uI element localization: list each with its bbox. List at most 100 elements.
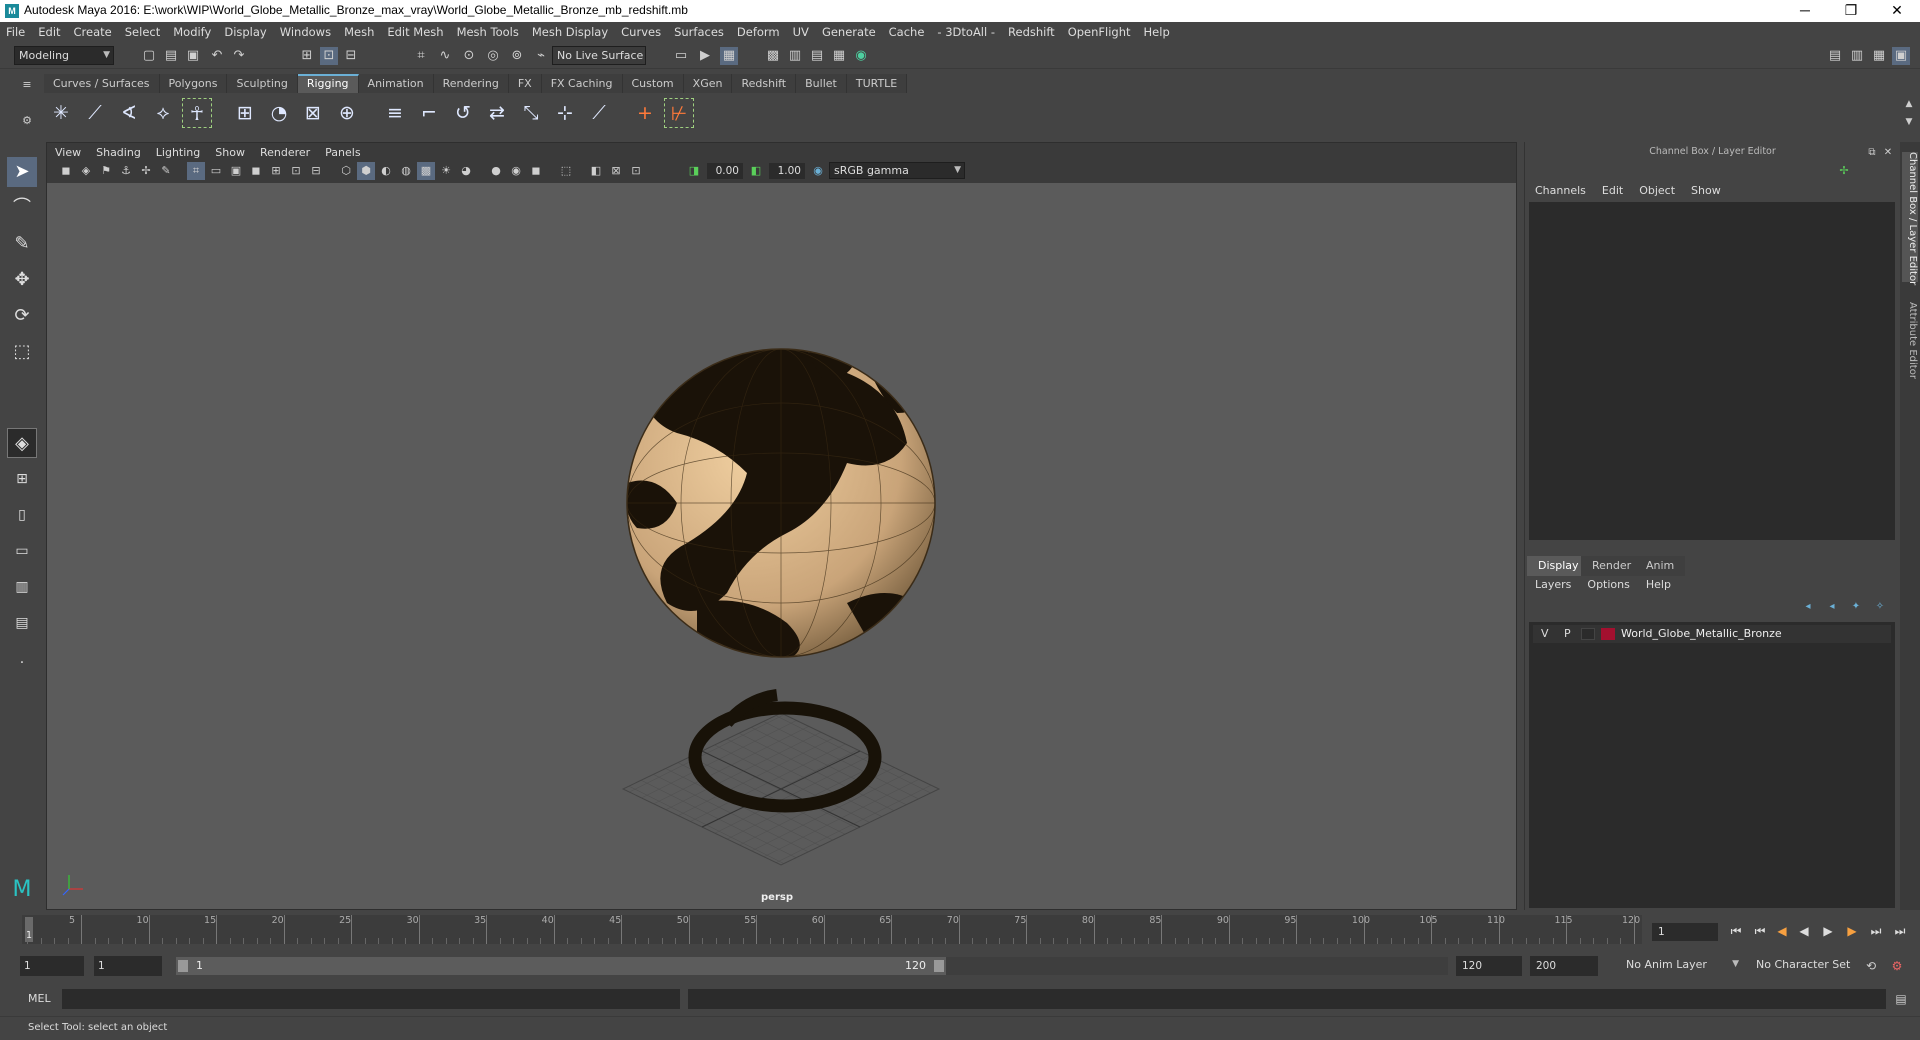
time-ruler[interactable]: 1 5 10 15 20 25 30 35 40 45 50 55 60 65 70 75 80 85 90 95 1…: [22, 915, 1642, 944]
cluster-icon[interactable]: ⊕: [332, 98, 362, 128]
point-constraint-icon[interactable]: ⌐: [414, 98, 444, 128]
menu-cache[interactable]: Cache: [889, 25, 925, 39]
menu-windows[interactable]: Windows: [280, 25, 331, 39]
wireframe-on-shaded-icon[interactable]: ◍: [397, 162, 415, 180]
default-material-icon[interactable]: ◐: [377, 162, 395, 180]
textured-icon[interactable]: ▩: [417, 162, 435, 180]
channel-list[interactable]: [1529, 202, 1895, 540]
outliner-layout-icon[interactable]: ▤: [7, 608, 37, 638]
menu-3dtoall[interactable]: - 3DtoAll -: [937, 25, 995, 39]
paint-weights-icon[interactable]: ≡: [380, 98, 410, 128]
select-object-icon[interactable]: ⊡: [320, 47, 338, 65]
side-tab-attribute-editor[interactable]: Attribute Editor: [1902, 302, 1918, 392]
layer-type-toggle[interactable]: [1581, 628, 1595, 640]
paint-select-icon[interactable]: ✎: [7, 229, 37, 259]
grease-pencil-icon[interactable]: ✎: [157, 162, 175, 180]
le-menu-help[interactable]: Help: [1646, 578, 1671, 591]
side-by-side-layout-icon[interactable]: ▯: [7, 500, 37, 530]
attribute-editor-toggle-icon[interactable]: ▦: [1870, 47, 1888, 65]
play-backwards-icon[interactable]: ◀: [1794, 921, 1814, 941]
side-tab-channel-box[interactable]: Channel Box / Layer Editor: [1902, 152, 1918, 285]
pole-vector-icon[interactable]: ⟋: [584, 98, 614, 128]
menu-generate[interactable]: Generate: [822, 25, 876, 39]
step-back-key-icon[interactable]: ⏮: [1750, 921, 1770, 941]
select-component-icon[interactable]: ⊟: [342, 47, 360, 65]
vp-menu-renderer[interactable]: Renderer: [260, 146, 310, 159]
snap-grid-icon[interactable]: ⌗: [412, 47, 430, 65]
menu-openflight[interactable]: OpenFlight: [1068, 25, 1131, 39]
menu-redshift[interactable]: Redshift: [1008, 25, 1055, 39]
four-view-layout-icon[interactable]: ⊞: [7, 464, 37, 494]
playback-start-field[interactable]: 1: [94, 956, 162, 976]
rotate-tool-icon[interactable]: ⟳: [7, 301, 37, 331]
workspace-icon[interactable]: ▤: [1826, 47, 1844, 65]
mode-dropdown[interactable]: Modeling ▼: [14, 46, 114, 65]
joint-tool-icon[interactable]: ✳: [46, 98, 76, 128]
step-back-frame-icon[interactable]: ◀: [1772, 921, 1792, 941]
safe-title-icon[interactable]: ⊟: [307, 162, 325, 180]
menu-uv[interactable]: UV: [793, 25, 809, 39]
lattice-icon[interactable]: ⊠: [298, 98, 328, 128]
input-ops-icon[interactable]: ▭: [672, 47, 690, 65]
select-camera-icon[interactable]: ◼: [57, 162, 75, 180]
gate-mask-icon[interactable]: ◼: [247, 162, 265, 180]
cb-menu-channels[interactable]: Channels: [1535, 184, 1586, 197]
xray-icon[interactable]: ◧: [587, 162, 605, 180]
go-to-end-icon[interactable]: ⏭: [1890, 921, 1910, 941]
hypershade-icon[interactable]: ▦: [830, 47, 848, 65]
select-tool-icon[interactable]: ➤: [7, 157, 37, 187]
construction-history-icon[interactable]: ▶: [696, 47, 714, 65]
live-surface-field[interactable]: No Live Surface: [552, 46, 646, 65]
shelf-tab-curves-surfaces[interactable]: Curves / Surfaces: [44, 74, 160, 93]
close-panel-icon[interactable]: ✕: [1879, 144, 1897, 162]
menu-create[interactable]: Create: [74, 25, 112, 39]
bind-skin-icon[interactable]: ⊞: [230, 98, 260, 128]
shelf-menu-icon[interactable]: ≡: [18, 76, 36, 94]
custom-layout-icon[interactable]: ·: [7, 648, 37, 678]
menu-file[interactable]: File: [6, 25, 25, 39]
perspective-viewport[interactable]: persp: [47, 183, 1516, 909]
color-space-dropdown[interactable]: sRGB gamma ▼: [829, 162, 965, 179]
menu-curves[interactable]: Curves: [621, 25, 661, 39]
layer-visibility-toggle[interactable]: V: [1541, 627, 1549, 640]
vp-menu-panels[interactable]: Panels: [325, 146, 360, 159]
lasso-tool-icon[interactable]: ⌒: [7, 193, 37, 223]
new-scene-icon[interactable]: ▢: [140, 47, 158, 65]
shelf-scroll-down-icon[interactable]: ▼: [1900, 113, 1918, 131]
move-layer-up-icon[interactable]: ◂: [1799, 598, 1817, 616]
vp-menu-lighting[interactable]: Lighting: [156, 146, 200, 159]
range-start-handle[interactable]: [178, 960, 188, 972]
range-slider[interactable]: 1 120: [176, 957, 946, 975]
vp-menu-show[interactable]: Show: [215, 146, 245, 159]
maximize-button[interactable]: ❐: [1828, 0, 1874, 22]
shelf-tab-fx-caching[interactable]: FX Caching: [541, 74, 623, 93]
menu-deform[interactable]: Deform: [737, 25, 780, 39]
render-current-icon[interactable]: ▩: [764, 47, 782, 65]
field-chart-icon[interactable]: ⊞: [267, 162, 285, 180]
shelf-tab-custom[interactable]: Custom: [622, 74, 684, 93]
step-forward-key-icon[interactable]: ⏭: [1866, 921, 1886, 941]
xray-components-icon[interactable]: ⊡: [627, 162, 645, 180]
menu-select[interactable]: Select: [125, 25, 160, 39]
film-gate-icon[interactable]: ▭: [207, 162, 225, 180]
menu-mesh[interactable]: Mesh: [344, 25, 374, 39]
animation-end-field[interactable]: 200: [1530, 956, 1598, 976]
gamma-icon[interactable]: ◧: [747, 162, 765, 180]
shelf-tab-polygons[interactable]: Polygons: [159, 74, 228, 93]
insert-joint-icon[interactable]: ⟋: [80, 98, 110, 128]
menu-display[interactable]: Display: [224, 25, 266, 39]
make-live-icon[interactable]: ⌁: [532, 47, 550, 65]
menu-help[interactable]: Help: [1144, 25, 1170, 39]
shelf-scroll-up-icon[interactable]: ▲: [1900, 95, 1918, 113]
cb-menu-object[interactable]: Object: [1639, 184, 1675, 197]
script-editor-icon[interactable]: ▤: [1892, 990, 1910, 1008]
manipulator-icon[interactable]: ✢: [1835, 162, 1853, 180]
shelf-tab-fx[interactable]: FX: [508, 74, 542, 93]
isolate-select-icon[interactable]: ⬚: [557, 162, 575, 180]
pivot-locator-icon[interactable]: ⊬: [664, 98, 694, 128]
cb-menu-show[interactable]: Show: [1691, 184, 1721, 197]
anti-aliasing-icon[interactable]: ◼: [527, 162, 545, 180]
shelf-tab-rigging[interactable]: Rigging: [297, 74, 359, 93]
command-input[interactable]: [62, 989, 680, 1009]
persp-graph-layout-icon[interactable]: ▭: [7, 536, 37, 566]
